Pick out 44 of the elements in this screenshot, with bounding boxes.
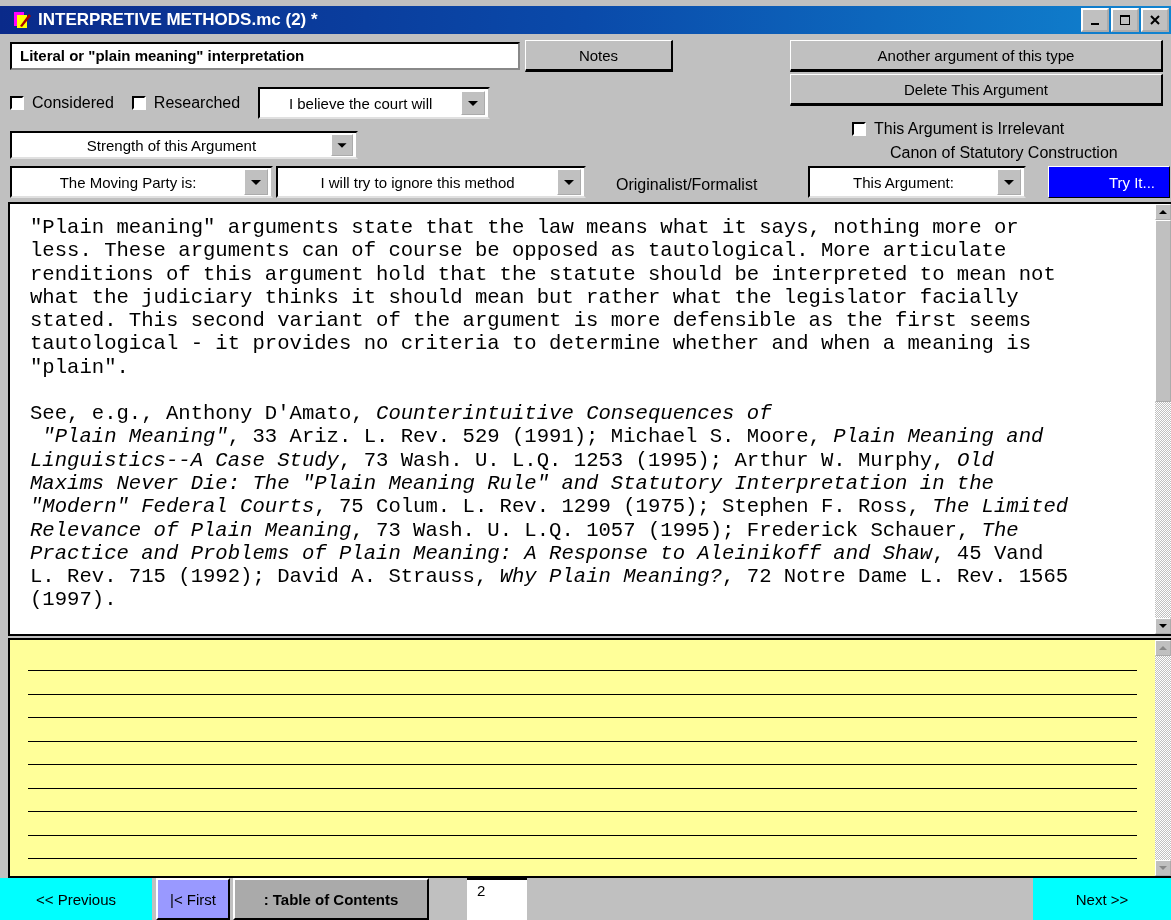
down-arrow-icon xyxy=(1158,622,1168,630)
try-it-button[interactable]: Try It... xyxy=(1048,166,1170,198)
caret-icon xyxy=(557,169,581,195)
argument-dropdown[interactable]: This Argument: xyxy=(808,166,1026,198)
strength-dropdown[interactable]: Strength of this Argument xyxy=(10,131,358,159)
minimize-button[interactable] xyxy=(1081,8,1109,32)
maximize-icon xyxy=(1119,14,1131,26)
checkbox[interactable] xyxy=(852,122,866,136)
close-button[interactable] xyxy=(1141,8,1169,32)
next-button[interactable]: Next >> xyxy=(1033,878,1171,920)
moving-party-dropdown[interactable]: The Moving Party is: xyxy=(10,166,273,198)
school-label: Originalist/Formalist xyxy=(616,176,759,194)
paragraph: See, e.g., Anthony D'Amato, Counterintuitive Consequences of "Plain Meaning", 33 Ariz. L. Rev. 529 (1991); Michael S. Moore, Plain Meaning and Linguistics--A Case Study, 73 Wash. U. L.Q. 1253 (1995); Arthur W. Murphy, Old Maxims Never Die: The "Plain Meaning Rule" and Statutory Interpretation in the "Modern" Federal Courts, 75 Colum. L. Rev. 1299 (1975); Stephen F. Ross, The Limited Relevance of Plain Meaning, 73 Wash. U. L.Q. 1057 (1995); Frederick Schauer, The Practice and Problems of Plain Meaning: A Response to Aleinikoff and Shaw, 45 Vand L. Rev. 715 (1992); David A. Strauss, Why Plain Meaning?, 72 Notre Dame L. Rev. 1565 (1997). xyxy=(30,402,1070,612)
down-arrow-icon xyxy=(1158,864,1168,872)
close-icon xyxy=(1149,14,1161,26)
checkbox-label: Considered xyxy=(32,94,114,112)
scrollbar[interactable] xyxy=(1155,640,1171,876)
checkbox[interactable] xyxy=(131,96,146,110)
caret-icon xyxy=(997,169,1021,195)
caret-icon xyxy=(244,169,268,195)
app-icon xyxy=(12,10,32,30)
minimize-icon xyxy=(1091,23,1099,25)
checkbox-label: This Argument is Irrelevant xyxy=(874,120,1065,138)
up-arrow-icon xyxy=(1158,208,1168,216)
method-dropdown[interactable]: I will try to ignore this method xyxy=(276,166,586,198)
scrollbar[interactable] xyxy=(1155,204,1171,634)
another-argument-button[interactable]: Another argument of this type xyxy=(790,40,1163,72)
caret-icon xyxy=(331,134,353,156)
caret-icon xyxy=(461,91,486,115)
table-of-contents-button[interactable]: : Table of Contents xyxy=(233,878,429,920)
previous-button[interactable]: << Previous xyxy=(0,878,152,920)
window-title: INTERPRETIVE METHODS.mc (2) * xyxy=(38,10,318,30)
delete-argument-button[interactable]: Delete This Argument xyxy=(790,74,1163,106)
argument-title-field[interactable]: Literal or "plain meaning" interpretation xyxy=(10,42,520,70)
maximize-button[interactable] xyxy=(1111,8,1139,32)
first-button[interactable]: |< First xyxy=(156,878,230,920)
notes-button[interactable]: Notes xyxy=(525,40,673,72)
canon-label: Canon of Statutory Construction xyxy=(890,144,1119,162)
checkbox-label: Researched xyxy=(153,94,241,112)
paragraph: "Plain meaning" arguments state that the law means what it says, nothing more or less. These arguments can of course be opposed as tautological. More articulate renditions of this argument hold that the statute should be interpreted to mean not what the judiciary thinks it should mean but rather what the legislator facially stated. This second variant of the argument is more defensible as the first seems tautological - it provides no criteria to determine whether and when a meaning is "plain". xyxy=(30,216,1057,380)
checkbox[interactable] xyxy=(10,96,24,110)
page-number-field[interactable]: 2 xyxy=(467,878,527,920)
court-dropdown[interactable]: I believe the court will xyxy=(258,87,491,119)
up-arrow-icon xyxy=(1158,644,1168,652)
